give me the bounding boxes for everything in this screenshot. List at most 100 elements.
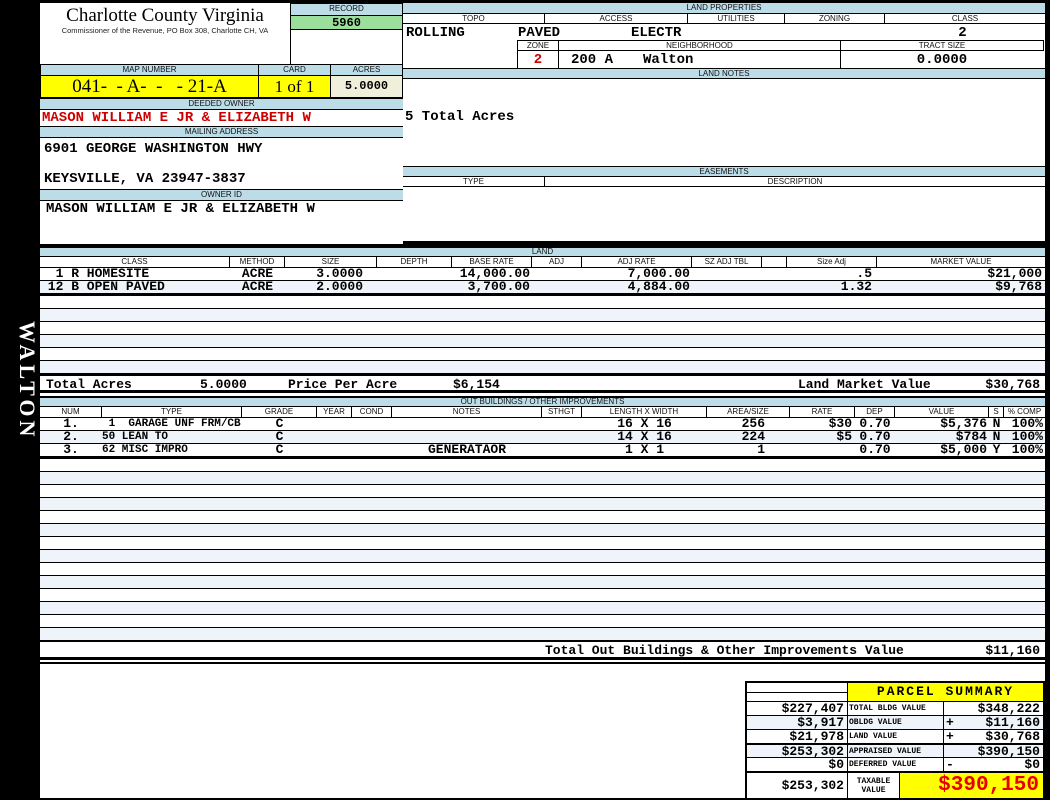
land-table-headers: CLASS METHOD SIZE DEPTH BASE RATE ADJ AD…: [40, 257, 1045, 268]
topo-label: TOPO: [403, 14, 545, 23]
land-table-panel: LAND CLASS METHOD SIZE DEPTH BASE RATE A…: [40, 248, 1045, 396]
access-value: PAVED: [518, 25, 561, 41]
outbuilding-row: 2. 50 LEAN TO C 14 X 16 224 $5 0.70 $784…: [40, 429, 1045, 444]
total-acres-value: 5.0000: [200, 377, 247, 392]
acres-label: ACRES: [330, 64, 403, 76]
divider: [558, 51, 559, 68]
summary-sign: +: [946, 729, 954, 744]
easement-description-label: DESCRIPTION: [767, 177, 823, 186]
acres-value: 5.0000: [330, 76, 403, 98]
outbuildings-total-value: $11,160: [985, 643, 1040, 658]
cell-s: Y: [992, 442, 1001, 457]
cell-adj-rate: 4,884.00: [627, 279, 690, 294]
record-label: RECORD: [291, 4, 402, 16]
divider: [840, 51, 841, 68]
cell-sthgt: [542, 418, 582, 430]
summary-value: $11,160: [985, 715, 1040, 730]
summary-sign: -: [946, 757, 954, 772]
cell-sthgt: [542, 444, 582, 456]
cell-year: [317, 431, 352, 443]
outbuilding-row: 3. 62 MISC IMPRO C GENERATAOR 1 X 1 1 0.…: [40, 442, 1045, 457]
class-label: CLASS: [951, 14, 979, 23]
cell-length-width: 1 X 1: [624, 442, 664, 457]
owner-id-band: OWNER ID: [40, 189, 403, 201]
summary-label: OBLDG VALUE: [847, 716, 943, 729]
cell-type: 1 GARAGE UNF FRM/CB: [102, 418, 241, 430]
deeded-owner-value: MASON WILLIAM E JR & ELIZABETH W: [42, 110, 311, 126]
land-properties-panel: LAND PROPERTIES TOPO ACCESS UTILITIES ZO…: [403, 3, 1045, 241]
land-notes-band: LAND NOTES: [403, 68, 1045, 79]
empty-row: [40, 335, 1045, 348]
summary-value: $0: [1024, 757, 1040, 772]
summary-label: LAND VALUE: [847, 730, 943, 743]
cell-comp: 100%: [1011, 442, 1043, 457]
col-blank: [762, 257, 787, 267]
mailing-address-band: MAILING ADDRESS: [40, 126, 403, 138]
cell-type: 50 LEAN TO: [102, 431, 169, 443]
empty-row: [40, 472, 1045, 485]
county-subtitle: Commissioner of the Revenue, PO Box 308,…: [61, 26, 269, 35]
mailing-address-block: 6901 GEORGE WASHINGTON HWY KEYSVILLE, VA…: [40, 138, 403, 189]
cell-adj: [532, 268, 582, 280]
cell-blank: [762, 268, 787, 280]
cell-value: $5,000: [940, 442, 987, 457]
taxable-value-row: $253,302 TAXABLE VALUE $390,150: [747, 771, 1043, 798]
land-market-value: $30,768: [985, 377, 1040, 392]
class-value: 2: [958, 25, 967, 41]
cell-type: 62 MISC IMPRO: [102, 444, 188, 456]
summary-row: $253,302 APPRAISED VALUE $390,150: [747, 743, 1043, 759]
cell-method: ACRE: [241, 279, 274, 294]
cell-num: 3.: [63, 442, 79, 457]
summary-left-value: $0: [828, 757, 844, 772]
map-number-value: 041- - A- - - 21-A: [40, 76, 258, 98]
record-number: 5960: [291, 16, 402, 30]
cell-adj: [532, 281, 582, 293]
total-acres-label: Total Acres: [46, 377, 132, 392]
tract-size-label: TRACT SIZE: [840, 40, 1044, 51]
neighborhood-vertical-label: WALTON: [15, 320, 40, 441]
neighborhood-code: 200 A: [571, 52, 614, 68]
outbuildings-panel: OUT BUILDINGS / OTHER IMPROVEMENTS NUM T…: [40, 398, 1045, 662]
cell-depth: [377, 281, 452, 293]
easements-band: EASEMENTS: [403, 166, 1045, 177]
summary-label: DEFERRED VALUE: [847, 758, 943, 771]
record-box: RECORD 5960: [290, 3, 403, 64]
cell-rate: $5: [836, 429, 852, 444]
price-per-acre-value: $6,154: [453, 377, 500, 392]
county-title: Charlotte County Virginia: [66, 5, 264, 26]
summary-left-value: $253,302: [781, 744, 844, 759]
empty-row: [40, 498, 1045, 511]
land-notes-box: LAND NOTES 5 Total Acres: [403, 68, 1045, 166]
summary-blank-cells: [747, 683, 847, 701]
cell-sthgt: [542, 431, 582, 443]
col-depth: DEPTH: [377, 257, 452, 267]
cell-base-rate: 3,700.00: [467, 279, 530, 294]
taxable-value: $390,150: [899, 773, 1043, 798]
col-sz-adj-tbl: SZ ADJ TBL: [692, 257, 762, 267]
col-sthgt: STHGT: [542, 407, 582, 417]
cell-cond: [352, 431, 392, 443]
access-label: ACCESS: [545, 14, 688, 23]
summary-row: $21,978 LAND VALUE + $30,768: [747, 729, 1043, 743]
easements-body: [403, 187, 1045, 236]
summary-label: APPRAISED VALUE: [847, 745, 943, 757]
utilities-value: ELECTR: [631, 25, 682, 41]
summary-row: $0 DEFERRED VALUE - $0: [747, 757, 1043, 771]
outbuildings-total-row: Total Out Buildings & Other Improvements…: [40, 641, 1045, 660]
parcel-summary-header-row: PARCEL SUMMARY: [747, 683, 1043, 701]
land-properties-headers: TOPO ACCESS UTILITIES ZONING CLASS: [403, 14, 1045, 24]
empty-row: [40, 309, 1045, 322]
address-line-1: 6901 GEORGE WASHINGTON HWY: [44, 141, 263, 157]
outbuilding-row: 1. 1 GARAGE UNF FRM/CB C 16 X 16 256 $30…: [40, 417, 1045, 431]
land-notes-body: 5 Total Acres: [403, 79, 1045, 166]
owner-id-value: MASON WILLIAM E JR & ELIZABETH W: [46, 201, 315, 217]
empty-row: [40, 485, 1045, 498]
county-title-block: Charlotte County Virginia Commissioner o…: [40, 3, 290, 64]
address-line-2: KEYSVILLE, VA 23947-3837: [44, 171, 246, 187]
easements-box: EASEMENTS TYPE DESCRIPTION: [403, 166, 1045, 236]
cell-market-value: $9,768: [995, 279, 1042, 294]
easement-type-label: TYPE: [403, 177, 545, 186]
card-value: 1 of 1: [258, 76, 330, 98]
cell-year: [317, 418, 352, 430]
outbuildings-headers: NUM TYPE GRADE YEAR COND NOTES STHGT LEN…: [40, 407, 1045, 418]
